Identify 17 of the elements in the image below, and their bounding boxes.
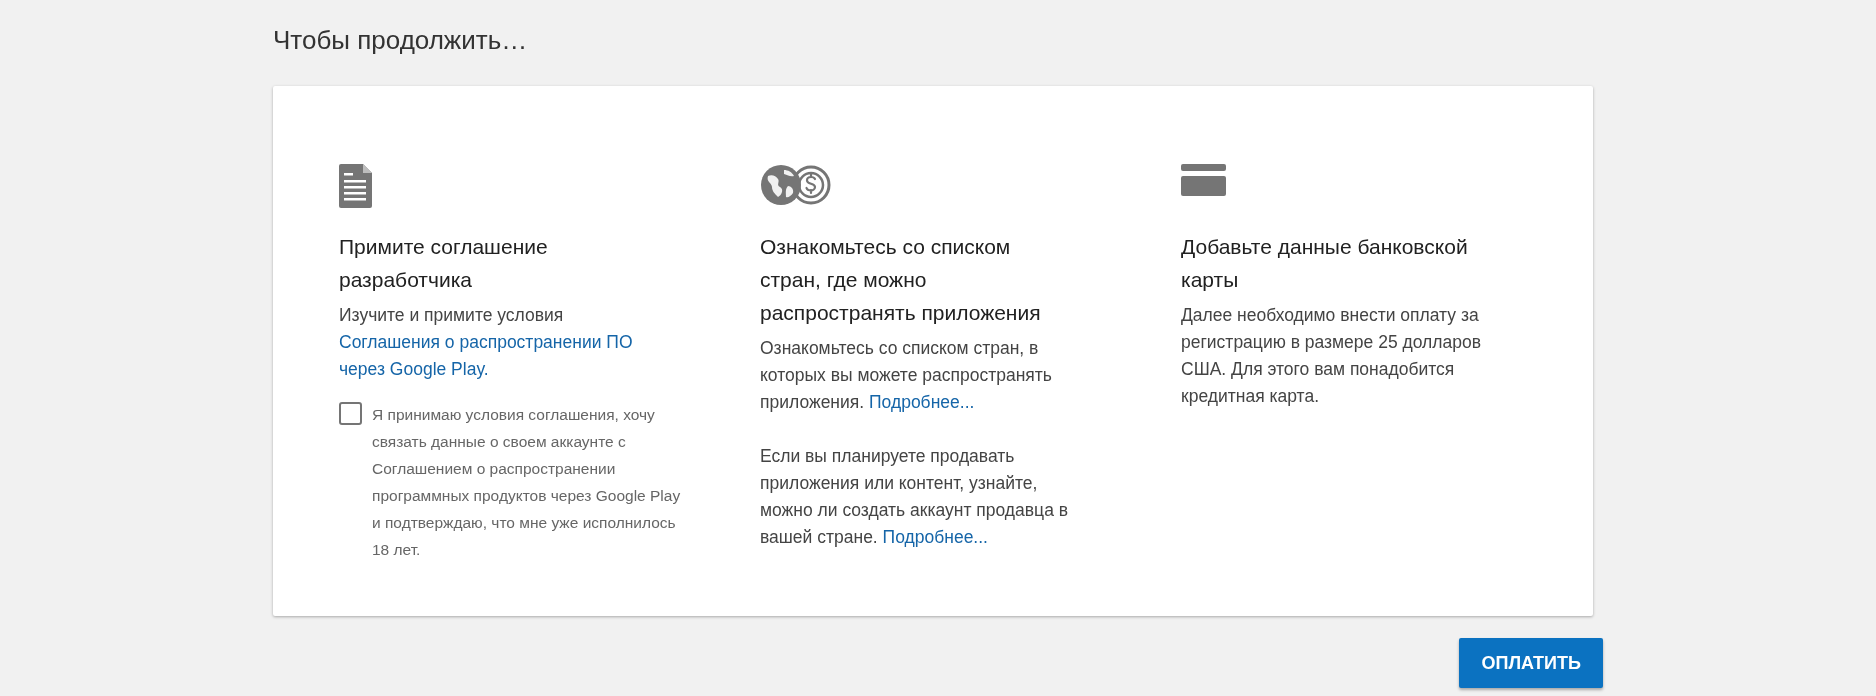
pay-button[interactable]: ОПЛАТИТЬ <box>1459 638 1603 688</box>
step-description: Далее необходимо внести оплату за регистрацию в размере 25 долларов США. Для этого вам понадобится кредитная карта. <box>1181 304 1482 408</box>
step-description: Если вы планируете продавать приложения или контент, узнайте, можно ли создать аккаунт продавца в вашей стране. Подробнее... <box>760 445 1070 549</box>
agreement-text: Я принимаю условия соглашения, хочу связать данные о своем аккаунте с Соглашением о распространении программных продуктов через Google Play и подтверждаю, что мне уже исполнилось 18 лет. <box>372 405 682 560</box>
step-title: Примите соглашение разработчика <box>339 234 549 293</box>
step-description: Изучите и примите условия Соглашения о распространении ПО через Google Play. <box>339 302 664 383</box>
document-icon <box>339 164 372 208</box>
step-title: Добавьте данные банковской карты <box>1181 234 1469 293</box>
link[interactable]: Соглашения о распространении ПО через Google Play. <box>339 329 664 383</box>
link[interactable]: Подробнее... <box>882 527 988 547</box>
step-title: Ознакомьтесь со списком стран, где можно распространять приложения <box>760 234 1042 326</box>
link[interactable]: Подробнее... <box>869 392 975 412</box>
globe-dollar-icon <box>760 164 832 206</box>
credit-card-icon <box>1181 164 1226 196</box>
agree-checkbox[interactable] <box>339 402 362 425</box>
step-description: Ознакомьтесь со списком стран, в которых вы можете распространять приложения. Подробнее... <box>760 337 1053 414</box>
page-heading: Чтобы продолжить… <box>273 24 529 57</box>
